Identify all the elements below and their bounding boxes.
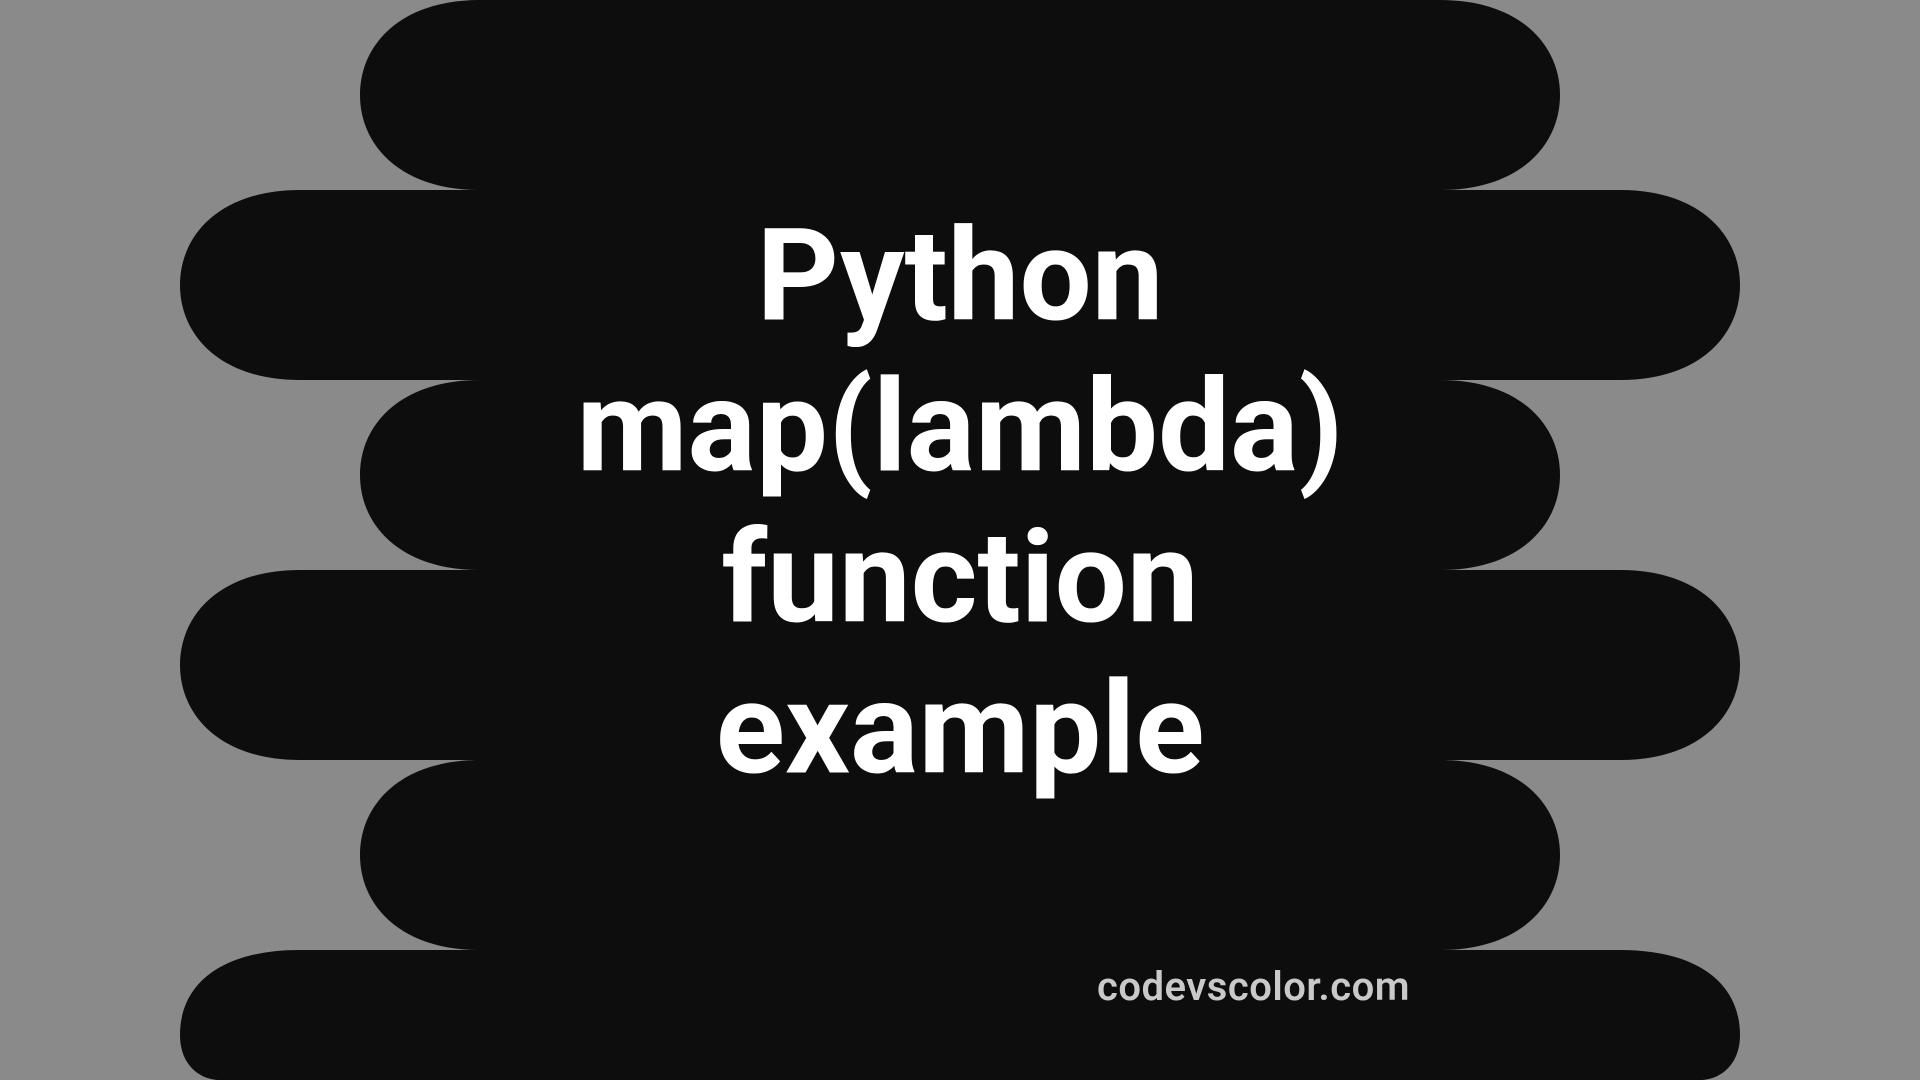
- site-credit: codevscolor.com: [1097, 963, 1410, 1010]
- graphic-canvas: Python map(lambda) function example code…: [0, 0, 1920, 1080]
- page-title: Python map(lambda) function example: [577, 202, 1344, 806]
